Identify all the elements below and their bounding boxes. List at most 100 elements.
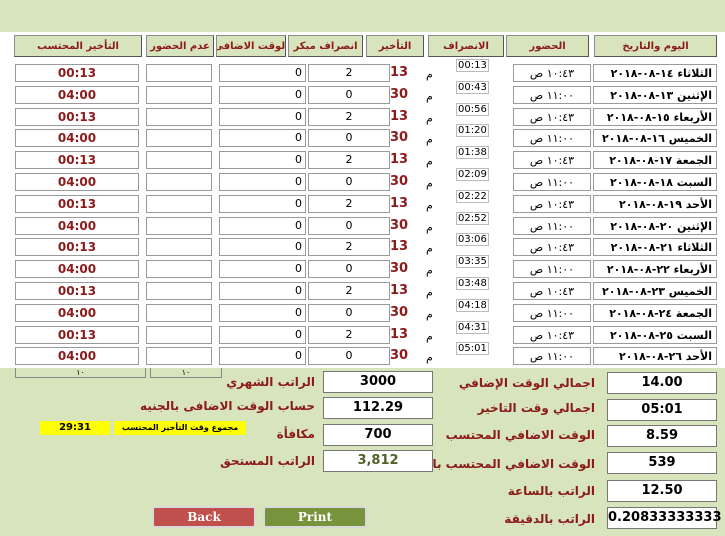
date-cell: الأربعاء ١٥-٠٨-٢٠١٨ xyxy=(593,107,717,126)
early-cell[interactable]: 2 xyxy=(308,238,390,257)
leave-cell: م 02:09 xyxy=(424,168,504,191)
early-cell[interactable]: 0 xyxy=(308,347,390,366)
early-cell[interactable]: 2 xyxy=(308,194,390,213)
table-row: 00:13 0 2 13 م 03:48 ١٠:٤٣ ص الخميس ٢٣-٠… xyxy=(0,277,725,302)
leave-suffix: م xyxy=(426,351,433,365)
early-cell[interactable]: 0 xyxy=(308,85,390,104)
overtime-cell[interactable]: 0 xyxy=(219,151,306,170)
leave-suffix: م xyxy=(426,286,433,299)
leave-time[interactable]: 04:31 xyxy=(456,320,489,334)
arrive-cell: ١٠:٤٣ ص xyxy=(513,64,591,82)
overtime-cell[interactable]: 0 xyxy=(219,260,306,279)
absent-cell[interactable] xyxy=(146,325,212,344)
absent-cell[interactable] xyxy=(146,260,212,279)
table-row: 04:00 0 0 30 م 04:18 ١١:٠٠ ص الجمعة ٢٤-٠… xyxy=(0,298,725,324)
early-cell[interactable]: 2 xyxy=(308,64,390,82)
delay-calc-cell: 04:00 xyxy=(15,216,139,235)
total-overtime-value: 14.00 xyxy=(607,372,717,394)
leave-time[interactable]: 03:06 xyxy=(456,233,489,247)
overtime-cell[interactable]: 0 xyxy=(219,216,306,235)
early-cell[interactable]: 0 xyxy=(308,260,390,279)
early-cell[interactable]: 0 xyxy=(308,216,390,235)
absent-cell[interactable] xyxy=(146,347,212,366)
absent-cell[interactable] xyxy=(146,216,212,235)
table-header: اليوم والتاريخ الحضور الانصراف التأخير ا… xyxy=(0,32,725,58)
overtime-cell[interactable]: 0 xyxy=(219,85,306,104)
delay-calc-cell: 00:13 xyxy=(15,325,139,344)
absent-cell[interactable] xyxy=(146,194,212,213)
early-cell[interactable]: 0 xyxy=(308,303,390,322)
total-delay-label: اجمالي وقت التاخير xyxy=(477,401,595,415)
date-cell: الخميس ١٦-٠٨-٢٠١٨ xyxy=(593,129,717,148)
overtime-cell[interactable]: 0 xyxy=(219,194,306,213)
total-delay-value: 05:01 xyxy=(607,399,717,421)
delay-cell: 13 xyxy=(390,108,409,124)
absent-cell[interactable] xyxy=(146,173,212,191)
leave-time[interactable]: 00:56 xyxy=(456,102,489,116)
bonus-label: مكافأة xyxy=(276,427,315,441)
overtime-cell[interactable]: 0 xyxy=(219,325,306,344)
overtime-cell[interactable]: 0 xyxy=(219,282,306,300)
monthly-label: الراتب الشهري xyxy=(226,375,315,389)
leave-cell: م 02:22 xyxy=(424,189,504,213)
leave-time[interactable]: 02:52 xyxy=(456,211,489,225)
delay-cell: 13 xyxy=(390,65,409,80)
calc-overtime-label: الوقت الاضافي المحتسب xyxy=(445,428,595,442)
absent-cell[interactable] xyxy=(146,85,212,104)
overtime-cell[interactable]: 0 xyxy=(219,129,306,148)
early-cell[interactable]: 0 xyxy=(308,173,390,191)
absent-cell[interactable] xyxy=(146,282,212,300)
delay-calc-cell: 00:13 xyxy=(15,64,139,82)
arrive-cell: ١٠:٤٣ ص xyxy=(513,282,591,300)
back-button[interactable]: Back xyxy=(152,506,256,528)
monthly-value: 3000 xyxy=(323,371,433,393)
early-cell[interactable]: 2 xyxy=(308,107,390,126)
leave-cell: م 00:56 xyxy=(424,102,504,126)
calc-overtime-value: 8.59 xyxy=(607,425,717,447)
overtime-cell[interactable]: 0 xyxy=(219,173,306,191)
due-value: 3,812 xyxy=(323,450,433,472)
leave-time[interactable]: 05:01 xyxy=(456,342,489,356)
absent-cell[interactable] xyxy=(146,303,212,322)
date-cell: الأحد ٢٦-٠٨-٢٠١٨ xyxy=(593,347,717,366)
delay-cell: 30 xyxy=(390,261,409,277)
early-cell[interactable]: 2 xyxy=(308,282,390,300)
absent-cell[interactable] xyxy=(146,107,212,126)
hourly-label: الراتب بالساعة xyxy=(507,484,595,498)
leave-time[interactable]: 01:38 xyxy=(456,146,489,160)
leave-time[interactable]: 02:09 xyxy=(456,168,489,181)
leave-time[interactable]: 01:20 xyxy=(456,124,489,138)
date-cell: السبت ١٨-٠٨-٢٠١٨ xyxy=(593,173,717,191)
leave-time[interactable]: 04:18 xyxy=(456,298,489,312)
date-cell: الأحد ١٩-٠٨-٢٠١٨ xyxy=(593,194,717,213)
header-early: انصراف مبكر xyxy=(288,35,363,57)
leave-cell: م 03:06 xyxy=(424,233,504,256)
calc-overtime-min-value: 539 xyxy=(607,452,717,474)
absent-cell[interactable] xyxy=(146,151,212,170)
delay-cell: 13 xyxy=(390,195,409,211)
date-cell: الأربعاء ٢٢-٠٨-٢٠١٨ xyxy=(593,260,717,279)
early-cell[interactable]: 0 xyxy=(308,129,390,148)
absent-cell[interactable] xyxy=(146,129,212,148)
absent-cell[interactable] xyxy=(146,238,212,257)
bonus-input[interactable]: 700 xyxy=(323,424,433,446)
overtime-cell[interactable]: 0 xyxy=(219,303,306,322)
early-cell[interactable]: 2 xyxy=(308,151,390,170)
delay-cell: 13 xyxy=(390,239,409,255)
delay-calc-cell: 04:00 xyxy=(15,129,139,148)
leave-time[interactable]: 02:22 xyxy=(456,189,489,203)
leave-time[interactable]: 03:48 xyxy=(456,277,489,290)
leave-time[interactable]: 03:35 xyxy=(456,255,489,269)
leave-time[interactable]: 00:43 xyxy=(456,80,489,94)
leave-time[interactable]: 00:13 xyxy=(456,59,489,72)
overtime-cell[interactable]: 0 xyxy=(219,238,306,257)
overtime-cell[interactable]: 0 xyxy=(219,64,306,82)
date-cell: الخميس ٢٣-٠٨-٢٠١٨ xyxy=(593,282,717,300)
print-button[interactable]: Print xyxy=(263,506,367,528)
arrive-cell: ١٠:٤٣ ص xyxy=(513,107,591,126)
early-cell[interactable]: 2 xyxy=(308,325,390,344)
overtime-cell[interactable]: 0 xyxy=(219,107,306,126)
absent-cell[interactable] xyxy=(146,64,212,82)
overtime-cell[interactable]: 0 xyxy=(219,347,306,366)
delay-cell: 30 xyxy=(390,304,409,320)
